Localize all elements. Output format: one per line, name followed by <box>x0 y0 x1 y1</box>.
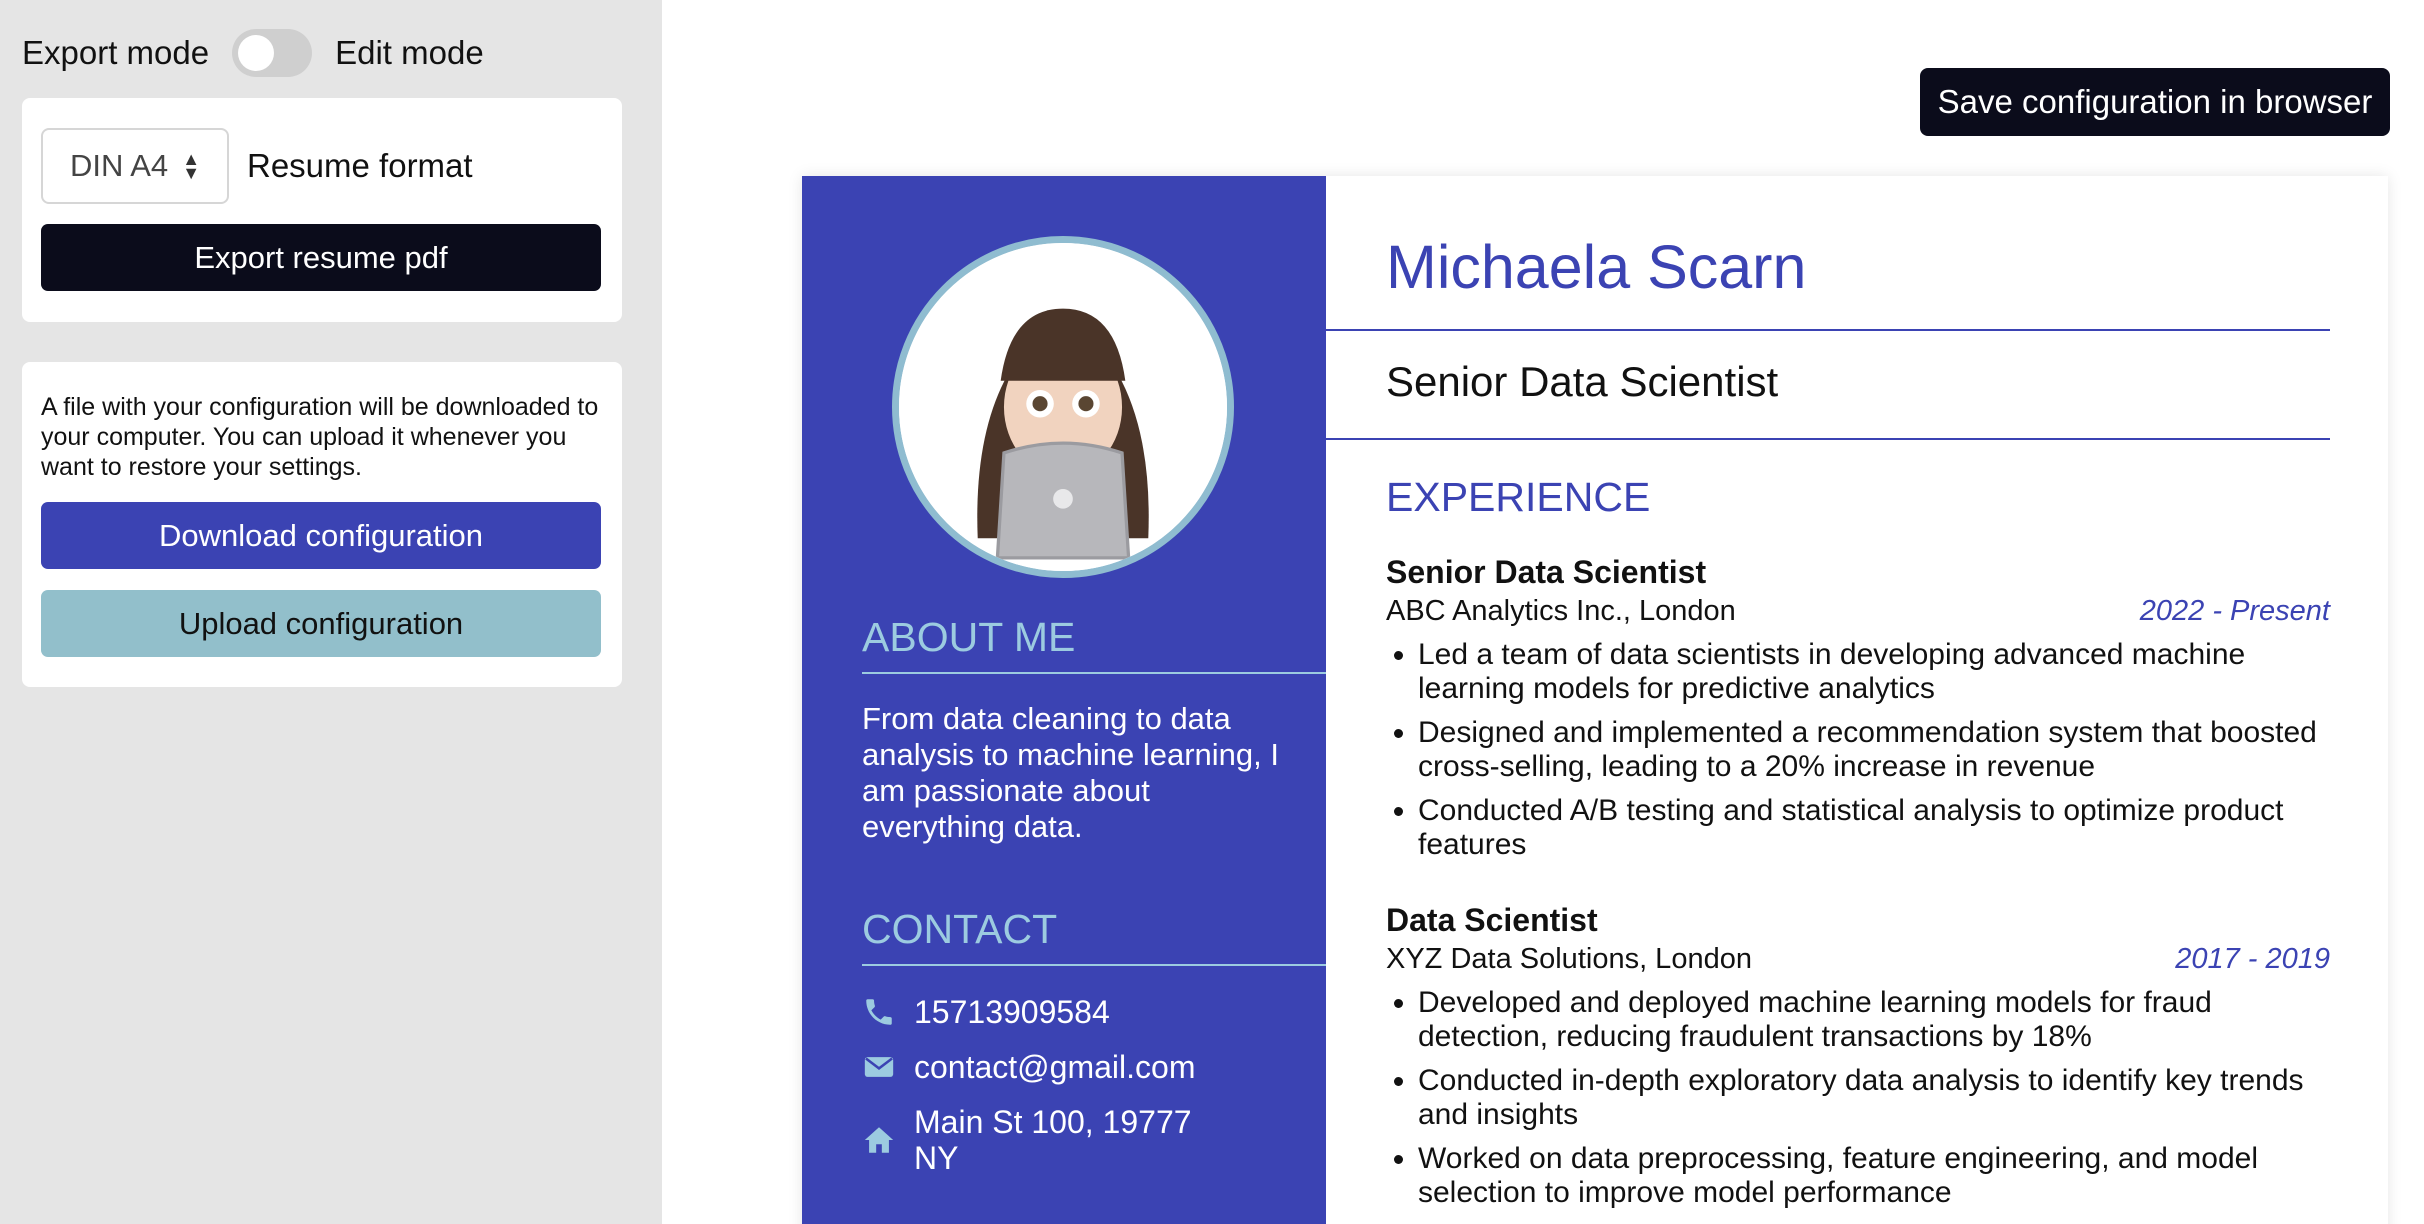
export-pdf-button[interactable]: Export resume pdf <box>41 224 601 291</box>
resume-page: ABOUT ME From data cleaning to data anal… <box>802 176 2388 1224</box>
entry-bullet: Led a team of data scientists in develop… <box>1418 638 2330 706</box>
control-panel: Export mode Edit mode DIN A4 ▲ ▼ Resume f… <box>0 0 662 1224</box>
experience-entry: Senior Data Scientist ABC Analytics Inc.… <box>1386 554 2330 872</box>
phone-icon <box>866 999 892 1025</box>
select-arrows-icon: ▲ ▼ <box>182 149 201 183</box>
about-me-text: From data cleaning to data analysis to m… <box>862 701 1280 844</box>
resume-job-title: Senior Data Scientist <box>1386 358 1779 405</box>
entry-meta: XYZ Data Solutions, London 2017 - 2019 <box>1386 943 2330 976</box>
about-me-heading: ABOUT ME <box>862 614 1076 660</box>
entry-dates: 2022 - Present <box>2139 595 2330 627</box>
upload-configuration-button[interactable]: Upload configuration <box>41 590 601 657</box>
resume-sidebar: ABOUT ME From data cleaning to data anal… <box>802 176 1326 1224</box>
edit-mode-label: Edit mode <box>335 34 484 71</box>
avatar-illustration-icon <box>899 243 1227 571</box>
entry-bullet: Developed and deployed machine learning … <box>1418 986 2330 1054</box>
contact-address: Main St 100, 19777 NY <box>862 1104 1234 1176</box>
resume-format-select[interactable]: DIN A4 ▲ ▼ <box>41 128 229 204</box>
format-card: DIN A4 ▲ ▼ Resume format Export resume pd… <box>22 98 622 322</box>
entry-company: ABC Analytics Inc., London <box>1386 595 1736 627</box>
config-description: A file with your configuration will be d… <box>41 393 599 481</box>
resume-main-column: Michaela Scarn Senior Data Scientist EXP… <box>1326 176 2388 1224</box>
contact-email: contact@gmail.com <box>862 1049 1195 1085</box>
entry-dates: 2017 - 2019 <box>2175 943 2330 975</box>
contact-divider <box>862 964 1326 966</box>
contact-email-text: contact@gmail.com <box>914 1049 1196 1085</box>
resume-format-value: DIN A4 <box>69 148 169 183</box>
avatar <box>892 236 1234 578</box>
entry-bullets: Led a team of data scientists in develop… <box>1386 638 2330 862</box>
contact-address-text: Main St 100, 19777 NY <box>914 1104 1192 1176</box>
contact-phone: 15713909584 <box>862 994 1110 1030</box>
experience-heading: EXPERIENCE <box>1386 474 1651 520</box>
entry-bullets: Developed and deployed machine learning … <box>1386 986 2330 1210</box>
entry-bullet: Designed and implemented a recommendatio… <box>1418 716 2330 784</box>
entry-meta: ABC Analytics Inc., London 2022 - Presen… <box>1386 595 2330 628</box>
mode-toggle[interactable] <box>232 29 313 77</box>
entry-role: Data Scientist <box>1386 902 1598 938</box>
save-configuration-button[interactable]: Save configuration in browser <box>1920 68 2390 136</box>
toggle-knob <box>238 35 275 71</box>
export-mode-label: Export mode <box>22 34 210 71</box>
entry-bullet: Conducted in-depth exploratory data anal… <box>1418 1064 2330 1132</box>
contact-phone-text: 15713909584 <box>914 994 1110 1030</box>
title-divider <box>1326 438 2330 440</box>
config-card: A file with your configuration will be d… <box>22 362 622 687</box>
envelope-icon <box>864 1057 894 1077</box>
entry-bullet: Conducted A/B testing and statistical an… <box>1418 794 2330 862</box>
mode-switch-row: Export mode Edit mode <box>22 28 484 78</box>
download-configuration-button[interactable]: Download configuration <box>41 502 601 569</box>
entry-bullet: Worked on data preprocessing, feature en… <box>1418 1142 2330 1210</box>
entry-company: XYZ Data Solutions, London <box>1386 943 1752 975</box>
resume-format-label: Resume format <box>247 147 473 184</box>
resume-name: Michaela Scarn <box>1386 233 1807 301</box>
format-row: DIN A4 ▲ ▼ Resume format <box>41 128 473 204</box>
home-icon <box>864 1127 894 1153</box>
experience-entry: Data Scientist XYZ Data Solutions, Londo… <box>1386 902 2330 1220</box>
name-divider <box>1326 329 2330 331</box>
entry-role: Senior Data Scientist <box>1386 554 1707 590</box>
contact-heading: CONTACT <box>862 906 1058 952</box>
about-divider <box>862 672 1326 674</box>
